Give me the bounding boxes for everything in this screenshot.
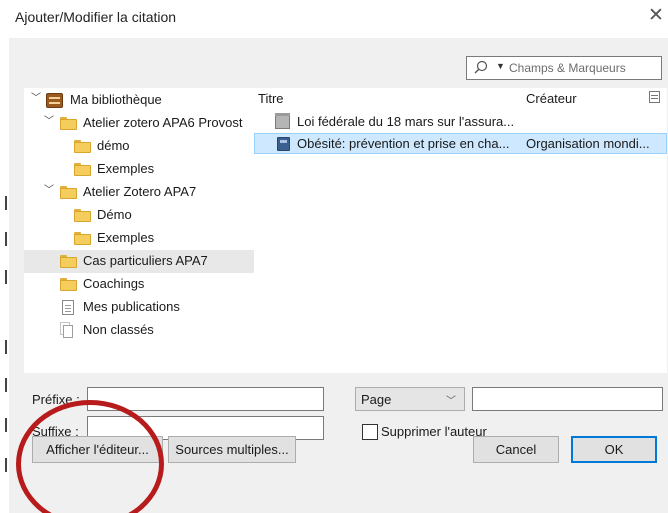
collections-and-items-pane: ﹀ Ma bibliothèque ﹀ Atelier zotero APA6 … (24, 88, 667, 373)
tree-item-my-publications[interactable]: Mes publications (24, 296, 254, 319)
item-creator: Organisation mondi... (526, 136, 650, 151)
tree-item-label: Atelier zotero APA6 Provost (83, 115, 243, 130)
edge-mark (5, 196, 7, 210)
tree-item-label: Atelier Zotero APA7 (83, 184, 197, 199)
tree-item-collection[interactable]: ﹀ Atelier Zotero APA7 (24, 181, 254, 204)
chevron-down-icon[interactable]: ﹀ (30, 93, 42, 105)
tree-item-collection[interactable]: ﹀ Atelier zotero APA6 Provost (24, 112, 254, 135)
items-list: Titre Créateur Loi fédérale du 18 mars s… (254, 88, 667, 373)
folder-icon (60, 117, 77, 130)
chevron-down-icon: ﹀ (446, 396, 456, 407)
library-icon (46, 93, 63, 108)
edge-mark (5, 378, 7, 392)
show-editor-button[interactable]: Afficher l'éditeur... (32, 436, 163, 463)
edge-mark (5, 232, 7, 246)
statute-icon (275, 113, 290, 129)
locator-input[interactable] (472, 387, 663, 411)
tree-item-collection[interactable]: démo (24, 135, 254, 158)
search-placeholder: Champs & Marqueurs (509, 61, 626, 75)
collection-tree: ﹀ Ma bibliothèque ﹀ Atelier zotero APA6 … (24, 88, 254, 373)
folder-icon (74, 209, 91, 222)
close-icon[interactable]: ✕ (646, 4, 666, 28)
cancel-button[interactable]: Cancel (473, 436, 559, 463)
edge-mark (5, 458, 7, 472)
tree-item-collection-selected[interactable]: Cas particuliers APA7 (24, 250, 254, 273)
suppress-author-label: Supprimer l'auteur (381, 424, 487, 439)
folder-icon (60, 186, 77, 199)
locator-selected-value: Page (361, 392, 392, 407)
column-picker-icon[interactable] (649, 91, 660, 103)
tree-item-collection[interactable]: Coachings (24, 273, 254, 296)
tree-item-label: Mes publications (83, 299, 180, 314)
item-title: Loi fédérale du 18 mars sur l'assura... (297, 114, 515, 129)
unfiled-icon (60, 322, 76, 339)
tree-item-collection[interactable]: Exemples (24, 158, 254, 181)
tree-item-label: Cas particuliers APA7 (83, 253, 208, 268)
item-row-selected[interactable]: Obésité: prévention et prise en cha... O… (254, 133, 667, 154)
item-title: Obésité: prévention et prise en cha... (297, 136, 510, 151)
prefix-label: Préfixe : (32, 392, 80, 407)
folder-icon (74, 232, 91, 245)
tree-item-collection[interactable]: Démo (24, 204, 254, 227)
book-icon (277, 137, 290, 151)
edge-mark (5, 340, 7, 354)
folder-icon (60, 255, 77, 268)
caret-down-icon[interactable]: ▼ (496, 61, 505, 71)
column-header-creator[interactable]: Créateur (526, 91, 577, 106)
tree-item-collection[interactable]: Exemples (24, 227, 254, 250)
tree-item-label: Exemples (97, 161, 155, 176)
ok-button[interactable]: OK (571, 436, 657, 463)
prefix-input[interactable] (87, 387, 324, 411)
folder-icon (60, 278, 77, 291)
locator-select[interactable]: Page ﹀ (355, 387, 465, 411)
tree-item-label: Ma bibliothèque (70, 92, 162, 107)
tree-item-unfiled[interactable]: Non classés (24, 319, 254, 342)
dialog-title: Ajouter/Modifier la citation (15, 9, 177, 25)
chevron-down-icon[interactable]: ﹀ (43, 116, 55, 128)
edge-mark (5, 270, 7, 284)
search-icon (474, 60, 488, 74)
tree-item-label: démo (97, 138, 130, 153)
search-field[interactable]: ▼ Champs & Marqueurs (466, 56, 662, 80)
edge-mark (5, 418, 7, 432)
tree-item-label: Non classés (83, 322, 154, 337)
tree-item-library[interactable]: ﹀ Ma bibliothèque (24, 89, 254, 112)
item-row[interactable]: Loi fédérale du 18 mars sur l'assura... (254, 112, 667, 133)
column-header-title[interactable]: Titre (258, 91, 284, 106)
background-window-edge (0, 38, 9, 513)
folder-icon (74, 140, 91, 153)
multiple-sources-button[interactable]: Sources multiples... (168, 436, 296, 463)
tree-item-label: Exemples (97, 230, 155, 245)
tree-item-label: Coachings (83, 276, 145, 291)
title-bar: Ajouter/Modifier la citation ✕ (0, 0, 668, 38)
suppress-author-checkbox[interactable] (362, 424, 378, 440)
chevron-down-icon[interactable]: ﹀ (43, 185, 55, 197)
folder-icon (74, 163, 91, 176)
tree-item-label: Démo (97, 207, 132, 222)
document-icon (62, 300, 74, 315)
